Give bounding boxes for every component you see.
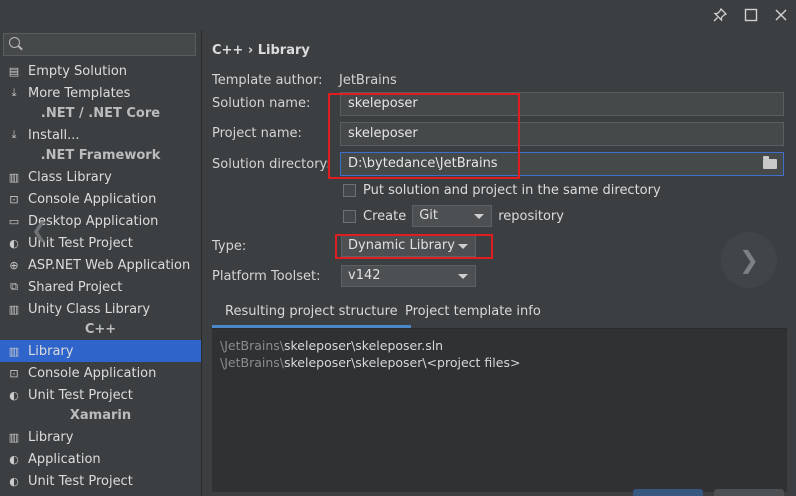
sidebar-item-console-application[interactable]: ⊡ Console Application	[0, 188, 201, 210]
pin-icon[interactable]	[708, 3, 732, 27]
globe-icon: ⊕	[9, 258, 19, 272]
toolset-value: v142	[348, 268, 381, 283]
empty-solution-icon: ▤	[8, 64, 20, 78]
library-icon: ▥	[8, 430, 20, 444]
create-repository-row: Create Git repository	[343, 205, 564, 227]
close-icon[interactable]	[769, 3, 793, 27]
sidebar-item-shared-project[interactable]: ⧉ Shared Project	[0, 276, 201, 298]
sidebar-item-unit-test-project[interactable]: ◐ Unit Test Project	[0, 470, 201, 492]
sidebar-item-unit-test-project[interactable]: ◐ Unit Test Project	[0, 384, 201, 406]
template-author-label: Template author:	[212, 73, 323, 88]
sidebar-item-more-templates[interactable]: ⤓ More Templates	[0, 82, 201, 104]
breadcrumb: C++ › Library	[212, 43, 310, 58]
project-name-field[interactable]: skeleposer	[340, 122, 784, 146]
tab-resulting-structure[interactable]: Resulting project structure	[212, 298, 411, 328]
type-select[interactable]: Dynamic Library	[341, 235, 476, 257]
template-author-value: JetBrains	[339, 73, 397, 88]
search-input[interactable]	[3, 33, 196, 56]
sidebar-section-header: C++	[84, 322, 117, 337]
solution-name-field[interactable]: skeleposer	[340, 92, 784, 116]
sidebar-item-label: ASP.NET Web Application	[28, 257, 191, 273]
chevron-down-icon	[474, 214, 485, 219]
type-value: Dynamic Library	[348, 238, 455, 253]
toolset-label: Platform Toolset:	[212, 269, 321, 284]
same-directory-label: Put solution and project in the same dir…	[363, 183, 661, 198]
desktop-icon: ▭	[8, 214, 20, 228]
structure-line: \JetBrains\skeleposer\skeleposer\<projec…	[220, 355, 521, 370]
sidebar-item-console-application[interactable]: ⊡ Console Application	[0, 362, 201, 384]
unit-test-icon: ◐	[9, 388, 19, 402]
chevron-down-icon	[458, 244, 468, 249]
search-icon	[9, 37, 20, 48]
application-icon: ◐	[9, 452, 19, 466]
template-sidebar: ▤ Empty Solution ⤓ More Templates .NET / .NE…	[0, 30, 202, 496]
tab-template-info[interactable]: Project template info	[392, 298, 554, 328]
sidebar-item-label: Application	[28, 451, 101, 467]
sidebar-item-application[interactable]: ◐ Application	[0, 448, 201, 470]
sidebar-item-library[interactable]: ▥ Library	[0, 426, 201, 448]
chevron-right-icon: ❯	[738, 246, 760, 274]
create-label: Create	[363, 208, 407, 224]
next-arrow-button[interactable]: ❯	[721, 232, 777, 288]
download-icon: ⤓	[11, 128, 17, 141]
sidebar-item-install[interactable]: ⤓ Install...	[0, 124, 201, 146]
unity-library-icon: ▥	[8, 302, 20, 316]
console-icon: ⊡	[9, 366, 19, 380]
create-repository-checkbox[interactable]	[343, 209, 356, 223]
template-list: ▤ Empty Solution ⤓ More Templates .NET / .NE…	[0, 60, 201, 492]
toolset-select[interactable]: v142	[341, 265, 476, 287]
console-icon: ⊡	[9, 192, 19, 206]
sidebar-item-class-library[interactable]: ▥ Class Library	[0, 166, 201, 188]
sidebar-item-asp-net-web-application[interactable]: ⊕ ASP.NET Web Application	[0, 254, 201, 276]
sidebar-item-label: Library	[28, 343, 74, 359]
solution-directory-value: D:\bytedance\JetBrains	[348, 156, 498, 171]
title-bar	[0, 0, 796, 30]
create-button[interactable]	[633, 489, 703, 496]
sidebar-item-label: Shared Project	[28, 279, 123, 295]
library-icon: ▥	[8, 344, 20, 358]
solution-name-label: Solution name:	[212, 96, 311, 111]
sidebar-item-label: Unit Test Project	[28, 387, 133, 403]
solution-directory-field[interactable]: D:\bytedance\JetBrains	[340, 152, 784, 176]
vcs-value: Git	[419, 208, 438, 223]
solution-directory-label: Solution directory:	[212, 157, 331, 172]
project-name-label: Project name:	[212, 126, 302, 141]
structure-tabs: Resulting project structure Project temp…	[212, 298, 787, 328]
shared-project-icon: ⧉	[10, 280, 18, 293]
repository-label: repository	[498, 208, 564, 224]
sidebar-item-label: Unit Test Project	[28, 473, 133, 489]
unit-test-icon: ◐	[9, 236, 19, 250]
structure-line: \JetBrains\skeleposer\skeleposer.sln	[220, 338, 444, 353]
sidebar-item-library[interactable]: ▥ Library	[0, 340, 201, 362]
library-icon: ▥	[8, 170, 20, 184]
project-structure-view: \JetBrains\skeleposer\skeleposer.sln \Je…	[212, 328, 787, 492]
project-settings-panel: C++ › Library Template author: JetBrains…	[203, 30, 796, 496]
type-label: Type:	[212, 239, 247, 254]
download-icon: ⤓	[11, 86, 17, 99]
sidebar-section-header: .NET / .NET Core	[40, 106, 161, 121]
sidebar-item-label: Console Application	[28, 365, 157, 381]
sidebar-item-label: More Templates	[28, 85, 131, 101]
sidebar-item-label: Unity Class Library	[28, 301, 151, 317]
sidebar-section-header: .NET Framework	[40, 148, 161, 163]
sidebar-item-label: Install...	[28, 127, 80, 143]
chevron-left-icon[interactable]: ❮	[31, 218, 48, 242]
sidebar-item-label: Empty Solution	[28, 63, 128, 79]
same-directory-checkbox[interactable]	[343, 184, 356, 197]
cancel-button[interactable]	[714, 489, 784, 496]
sidebar-item-unity-class-library[interactable]: ▥ Unity Class Library	[0, 298, 201, 320]
unit-test-icon: ◐	[9, 474, 19, 488]
maximize-icon[interactable]	[739, 3, 763, 27]
sidebar-item-label: Class Library	[28, 169, 112, 185]
chevron-down-icon	[458, 274, 468, 279]
sidebar-item-label: Console Application	[28, 191, 157, 207]
vcs-select[interactable]: Git	[412, 205, 493, 227]
sidebar-item-empty-solution[interactable]: ▤ Empty Solution	[0, 60, 201, 82]
folder-icon[interactable]	[763, 156, 777, 169]
sidebar-item-label: Library	[28, 429, 74, 445]
sidebar-section-header: Xamarin	[69, 408, 132, 423]
same-directory-row: Put solution and project in the same dir…	[343, 183, 661, 198]
